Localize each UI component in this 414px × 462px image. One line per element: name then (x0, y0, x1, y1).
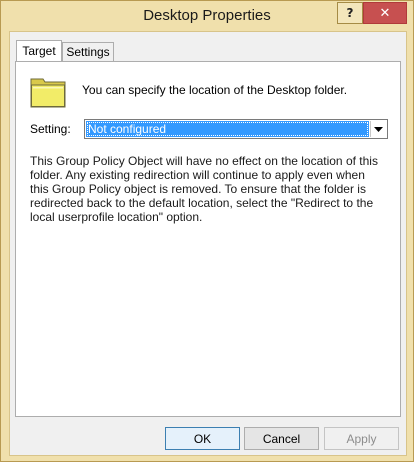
cancel-button[interactable]: Cancel (244, 427, 319, 450)
close-button[interactable]: ✕ (363, 2, 407, 24)
apply-button[interactable]: Apply (324, 427, 399, 450)
chevron-down-icon[interactable] (370, 121, 386, 137)
ok-button[interactable]: OK (165, 427, 240, 450)
tab-target[interactable]: Target (16, 40, 62, 61)
folder-icon (30, 78, 66, 108)
help-button[interactable]: ? (337, 2, 363, 24)
setting-label: Setting: (30, 122, 71, 136)
dialog-body: Target Settings You can specify the loca… (9, 31, 407, 456)
setting-select[interactable]: Not configured (84, 119, 388, 139)
close-icon: ✕ (379, 5, 391, 21)
tab-settings[interactable]: Settings (62, 42, 114, 61)
help-icon: ? (346, 6, 354, 20)
properties-window: Desktop Properties ? ✕ Target Settings Y… (0, 0, 414, 462)
policy-description: This Group Policy Object will have no ef… (30, 154, 378, 224)
target-tab-panel: You can specify the location of the Desk… (15, 61, 401, 417)
setting-selected-value: Not configured (86, 121, 369, 137)
folder-info-text: You can specify the location of the Desk… (82, 83, 348, 97)
